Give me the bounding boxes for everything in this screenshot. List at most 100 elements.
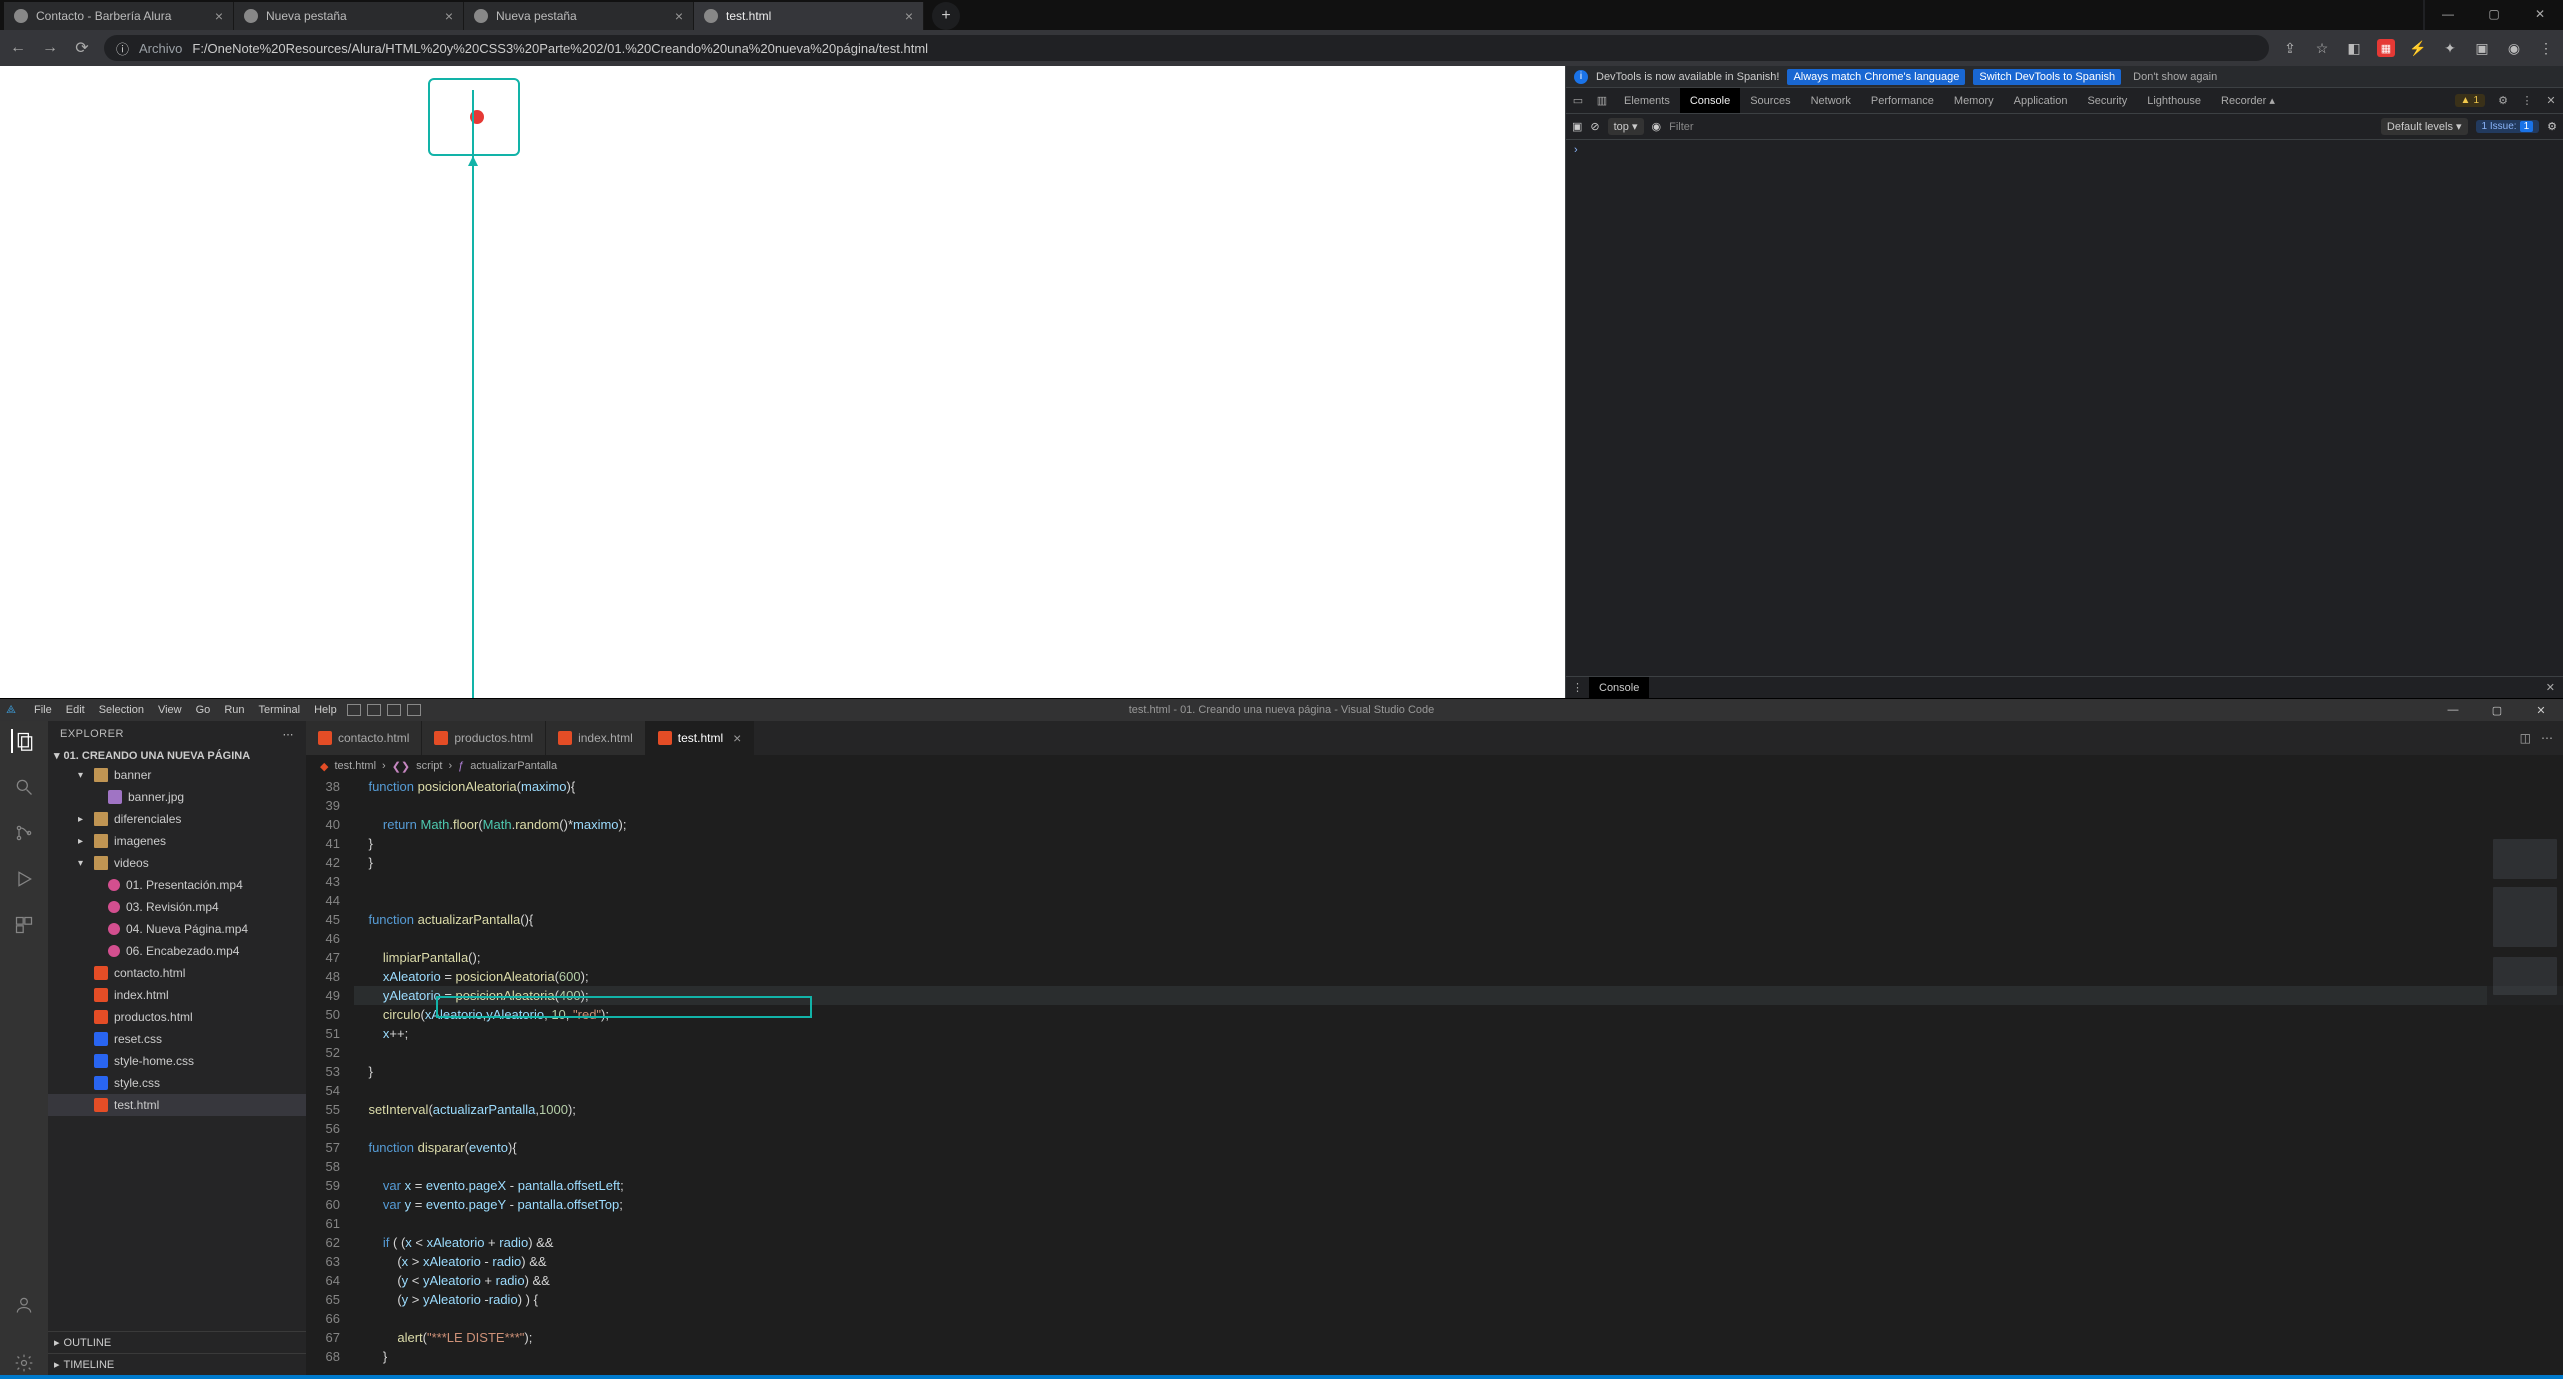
minimap[interactable] (2487, 833, 2563, 1375)
menu-item[interactable]: Run (224, 704, 244, 716)
sidebar-section-collapsed[interactable]: ▸TIMELINE (48, 1353, 306, 1375)
warnings-badge[interactable]: ▲ 1 (2455, 94, 2485, 107)
vscode-minimize-button[interactable]: — (2431, 704, 2475, 717)
reload-button[interactable]: ⟳ (72, 38, 92, 58)
tree-folder[interactable]: ▸imagenes (48, 830, 306, 852)
tree-file[interactable]: style-home.css (48, 1050, 306, 1072)
tree-file[interactable]: 06. Encabezado.mp4 (48, 940, 306, 962)
extensions-icon[interactable] (12, 913, 36, 937)
sidebar-more-icon[interactable]: ⋯ (283, 728, 295, 741)
explorer-icon[interactable] (11, 729, 35, 753)
puzzle-icon[interactable]: ✦ (2441, 39, 2459, 57)
issues-badge[interactable]: 1 Issue: 1 (2476, 120, 2540, 133)
page-viewport[interactable] (0, 66, 1565, 698)
editor-tab[interactable]: productos.html (422, 721, 546, 755)
code-lines[interactable]: function posicionAleatoria(maximo){ retu… (354, 777, 2563, 1375)
tab-close-icon[interactable]: × (905, 8, 913, 24)
devtools-console-body[interactable]: › (1566, 140, 2563, 676)
layout-full-icon[interactable] (407, 704, 421, 716)
back-button[interactable]: ← (8, 39, 28, 57)
breadcrumb-item[interactable]: script (416, 760, 442, 772)
breadcrumb-item[interactable]: test.html (334, 760, 376, 772)
maximize-button[interactable]: ▢ (2471, 0, 2517, 28)
chrome-tab[interactable]: Contacto - Barbería Alura× (4, 2, 234, 30)
editor-tab[interactable]: contacto.html (306, 721, 422, 755)
tree-folder[interactable]: ▸diferenciales (48, 808, 306, 830)
menu-item[interactable]: Help (314, 704, 337, 716)
tree-file[interactable]: productos.html (48, 1006, 306, 1028)
chrome-tab[interactable]: Nueva pestaña× (234, 2, 464, 30)
accounts-icon[interactable] (12, 1293, 36, 1317)
tab-close-icon[interactable]: × (215, 8, 223, 24)
menu-item[interactable]: Edit (66, 704, 85, 716)
split-editor-icon[interactable]: ◫ (2520, 731, 2531, 745)
devtools-tab[interactable]: Application (2004, 88, 2078, 113)
minimize-button[interactable]: — (2425, 0, 2471, 28)
banner-switch-button[interactable]: Switch DevTools to Spanish (1973, 69, 2121, 85)
editor-tab[interactable]: test.html× (646, 721, 755, 755)
settings-gear-icon[interactable]: ⚙ (2547, 120, 2557, 133)
console-filter-input[interactable]: Filter (1669, 121, 2373, 133)
chrome-tab[interactable]: Nueva pestaña× (464, 2, 694, 30)
extension-red-icon[interactable]: ▦ (2377, 39, 2395, 57)
devtools-tab[interactable]: Memory (1944, 88, 2004, 113)
tree-file[interactable]: reset.css (48, 1028, 306, 1050)
tree-folder[interactable]: ▾banner (48, 764, 306, 786)
log-levels-selector[interactable]: Default levels ▾ (2381, 118, 2468, 135)
menu-item[interactable]: Terminal (259, 704, 301, 716)
devtools-tab[interactable]: Recorder ▴ (2211, 88, 2285, 113)
layout-right-icon[interactable] (387, 704, 401, 716)
run-debug-icon[interactable] (12, 867, 36, 891)
devtools-tab[interactable]: Lighthouse (2137, 88, 2211, 113)
tree-file[interactable]: 01. Presentación.mp4 (48, 874, 306, 896)
sidebar-project-section[interactable]: ▾ 01. CREANDO UNA NUEVA PÁGINA (48, 747, 306, 764)
tree-file[interactable]: 04. Nueva Página.mp4 (48, 918, 306, 940)
menu-item[interactable]: Selection (99, 704, 144, 716)
vscode-close-button[interactable]: ✕ (2519, 704, 2563, 717)
vscode-maximize-button[interactable]: ▢ (2475, 704, 2519, 717)
address-bar[interactable]: ⓘ Archivo F:/OneNote%20Resources/Alura/H… (104, 35, 2269, 61)
inspect-icon[interactable]: ▭ (1566, 94, 1590, 107)
bookmark-icon[interactable]: ☆ (2313, 39, 2331, 57)
tree-file[interactable]: contacto.html (48, 962, 306, 984)
forward-button[interactable]: → (40, 39, 60, 57)
devtools-tab[interactable]: Elements (1614, 88, 1680, 113)
tree-folder[interactable]: ▾videos (48, 852, 306, 874)
menu-item[interactable]: View (158, 704, 182, 716)
drawer-console-tab[interactable]: Console (1589, 677, 1649, 698)
vscode-status-bar[interactable] (0, 1375, 2563, 1379)
lightning-icon[interactable]: ⚡ (2409, 39, 2427, 57)
layout-left-icon[interactable] (347, 704, 361, 716)
devtools-close-icon[interactable]: ✕ (2539, 94, 2563, 107)
extension-icon[interactable]: ◧ (2345, 39, 2363, 57)
settings-gear-icon[interactable] (12, 1351, 36, 1375)
new-tab-button[interactable]: + (932, 2, 960, 30)
drawer-close-icon[interactable]: ✕ (2538, 681, 2563, 694)
source-control-icon[interactable] (12, 821, 36, 845)
devtools-tab[interactable]: Console (1680, 88, 1740, 113)
share-icon[interactable]: ⇪ (2281, 39, 2299, 57)
close-window-button[interactable]: ✕ (2517, 0, 2563, 28)
chrome-tab[interactable]: test.html× (694, 2, 924, 30)
tree-file[interactable]: banner.jpg (48, 786, 306, 808)
close-icon[interactable]: × (733, 730, 741, 746)
code-editor[interactable]: 3839404142434445464748495051525354555657… (306, 777, 2563, 1375)
clear-console-icon[interactable]: ▣ (1572, 120, 1582, 133)
drawer-menu-icon[interactable]: ⋮ (1566, 681, 1589, 694)
menu-item[interactable]: Go (196, 704, 211, 716)
eye-icon[interactable]: ◉ (1652, 120, 1662, 133)
tree-file[interactable]: test.html (48, 1094, 306, 1116)
tree-file[interactable]: 03. Revisión.mp4 (48, 896, 306, 918)
devtools-settings-icon[interactable]: ⚙ (2491, 94, 2515, 107)
tree-file[interactable]: style.css (48, 1072, 306, 1094)
tab-close-icon[interactable]: × (445, 8, 453, 24)
tree-file[interactable]: index.html (48, 984, 306, 1006)
menu-item[interactable]: File (34, 704, 52, 716)
layout-bottom-icon[interactable] (367, 704, 381, 716)
editor-tab[interactable]: index.html (546, 721, 646, 755)
device-toggle-icon[interactable]: ▥ (1590, 94, 1614, 107)
sidebar-section-collapsed[interactable]: ▸OUTLINE (48, 1331, 306, 1353)
breadcrumb-item[interactable]: actualizarPantalla (470, 760, 557, 772)
grid-icon[interactable]: ▣ (2473, 39, 2491, 57)
context-selector[interactable]: top ▾ (1608, 118, 1644, 135)
